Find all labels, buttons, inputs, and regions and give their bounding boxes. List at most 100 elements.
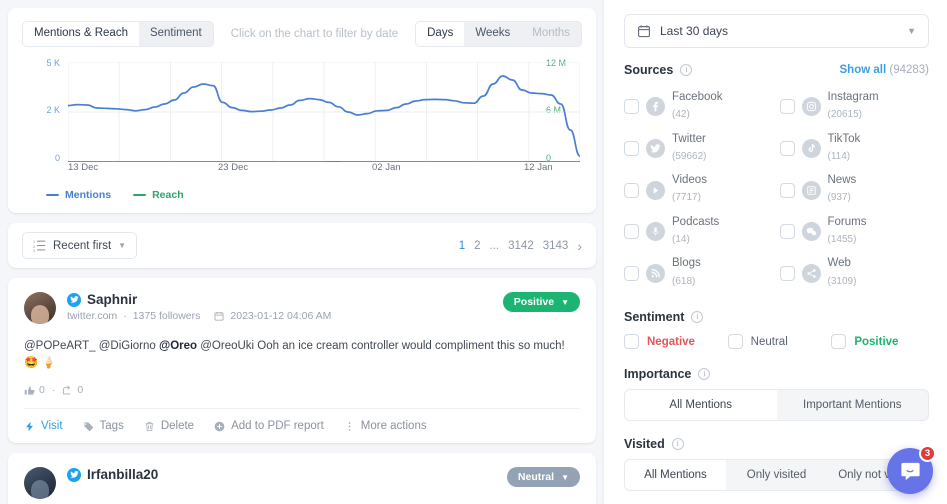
visited-toggle-group[interactable]: All Mentions Only visited Only not visit… <box>624 459 929 492</box>
sentiment-filter-positive[interactable]: Positive <box>831 334 929 350</box>
add-to-pdf-button[interactable]: Add to PDF report <box>214 420 324 432</box>
source-checkbox[interactable] <box>779 224 795 240</box>
source-checkbox[interactable] <box>624 224 639 240</box>
info-icon[interactable]: i <box>698 368 711 381</box>
chat-widget-button[interactable]: 3 <box>887 445 936 494</box>
sentiment-checkbox[interactable] <box>831 334 847 350</box>
show-all-sources-link[interactable]: Show all (94283) <box>840 64 930 76</box>
source-item-news[interactable]: News (937) <box>779 170 930 210</box>
sort-dropdown[interactable]: 1 2 3 Recent first ▼ <box>22 232 138 259</box>
status-badge-sentiment[interactable]: Positive ▼ <box>502 292 580 312</box>
range-weeks[interactable]: Weeks <box>464 22 521 46</box>
chart-metric-tabs[interactable]: Mentions & Reach Sentiment <box>22 21 214 47</box>
mention-identity: Saphnir twitter.com · 1375 followers 202… <box>67 292 503 322</box>
sentiment-badge-label: Neutral <box>517 471 555 484</box>
thumbs-up-icon <box>24 386 35 395</box>
page-1[interactable]: 1 <box>459 240 465 252</box>
mention-text: @POPeART_ @DiGiorno @Oreo @OreoUki Ooh a… <box>24 338 580 371</box>
source-item-blogs[interactable]: Blogs (618) <box>624 253 774 293</box>
source-checkbox[interactable] <box>624 265 639 281</box>
x-tick-2: 23 Dec <box>218 162 249 173</box>
source-count: (114) <box>827 150 851 162</box>
date-range-label: Last 30 days <box>660 24 729 38</box>
source-checkbox[interactable] <box>624 99 639 115</box>
delete-button[interactable]: Delete <box>144 420 194 432</box>
source-checkbox[interactable] <box>779 99 795 115</box>
range-days[interactable]: Days <box>416 22 465 46</box>
source-item-twitter[interactable]: Twitter (59662) <box>624 129 774 169</box>
source-name: News <box>827 174 857 187</box>
status-badge-sentiment[interactable]: Neutral ▼ <box>506 467 580 488</box>
sentiment-title: Sentiment <box>624 310 685 325</box>
source-count: (20615) <box>827 109 862 121</box>
source-item-web[interactable]: Web (3109) <box>779 253 930 293</box>
visit-button[interactable]: Visit <box>24 420 63 432</box>
source-item-tiktok[interactable]: TikTok (114) <box>779 129 930 169</box>
filters-sidebar: Last 30 days ▼ Sources i Show all (94283… <box>604 0 947 504</box>
share-stat: 0 <box>62 384 83 396</box>
chart-range-toggle[interactable]: Days Weeks Months <box>415 21 582 47</box>
pagination[interactable]: 1 2 ... 3142 3143 › <box>459 238 582 254</box>
sentiment-checkbox[interactable] <box>624 334 639 350</box>
tab-sentiment[interactable]: Sentiment <box>139 22 213 46</box>
tags-button[interactable]: Tags <box>83 420 124 432</box>
source-checkbox[interactable] <box>624 182 639 198</box>
visited-all-mentions[interactable]: All Mentions <box>625 460 726 491</box>
mention-author[interactable]: Saphnir <box>87 292 137 307</box>
delete-label: Delete <box>160 420 195 433</box>
page-3143[interactable]: 3143 <box>543 240 569 252</box>
plus-circle-icon <box>214 421 225 432</box>
share-icon <box>801 263 821 283</box>
chevron-down-icon: ▼ <box>907 26 916 36</box>
chart-card: Mentions & Reach Sentiment Click on the … <box>8 8 596 213</box>
visit-label: Visit <box>41 420 63 433</box>
rss-icon <box>646 263 665 283</box>
chart-header: Mentions & Reach Sentiment Click on the … <box>22 20 582 48</box>
sentiment-checkbox[interactable] <box>727 334 743 350</box>
more-actions-button[interactable]: More actions <box>344 420 427 432</box>
lightning-icon <box>26 421 33 432</box>
info-icon[interactable]: i <box>691 311 704 324</box>
source-item-podcasts[interactable]: Podcasts (14) <box>624 212 774 252</box>
source-checkbox[interactable] <box>779 182 795 198</box>
importance-all-mentions[interactable]: All Mentions <box>625 390 777 421</box>
visited-only-visited[interactable]: Only visited <box>726 460 827 490</box>
info-icon[interactable]: i <box>671 438 684 451</box>
tab-mentions-reach[interactable]: Mentions & Reach <box>23 22 139 46</box>
source-item-videos[interactable]: Videos (7717) <box>624 170 774 210</box>
y-axis-tick-left-mid: 2 K <box>46 105 60 115</box>
sources-section-header: Sources i Show all (94283) <box>624 63 929 77</box>
source-checkbox[interactable] <box>779 140 795 156</box>
mention-card: Irfanbilla20 Neutral ▼ <box>8 453 596 504</box>
sort-pagination-bar: 1 2 3 Recent first ▼ 1 2 ... 3142 3143 › <box>8 223 596 268</box>
sentiment-filter-row: Negative Neutral Positive <box>624 334 929 350</box>
app-root: Mentions & Reach Sentiment Click on the … <box>0 0 947 504</box>
sentiment-filter-neutral[interactable]: Neutral <box>727 334 826 350</box>
date-range-picker[interactable]: Last 30 days ▼ <box>624 14 929 48</box>
mention-brand-keyword: @Oreo <box>159 340 198 352</box>
share-count: 0 <box>77 384 84 397</box>
chart-plot-area[interactable]: 5 K 2 K 0 12 M 6 M 0 13 Dec 23 Dec 02 Ja… <box>22 58 582 177</box>
source-count: (42) <box>672 109 690 121</box>
source-name: Web <box>827 257 851 270</box>
source-item-forums[interactable]: Forums (1455) <box>779 212 930 252</box>
page-2[interactable]: 2 <box>474 240 480 252</box>
source-item-facebook[interactable]: Facebook (42) <box>624 87 774 127</box>
source-item-instagram[interactable]: Instagram (20615) <box>779 87 930 127</box>
importance-important-mentions[interactable]: Important Mentions <box>777 390 929 420</box>
info-icon[interactable]: i <box>680 64 693 76</box>
mention-author[interactable]: Irfanbilla20 <box>87 467 158 482</box>
chart-svg <box>68 62 580 162</box>
page-3142[interactable]: 3142 <box>508 240 534 252</box>
source-checkbox[interactable] <box>624 140 639 156</box>
source-checkbox[interactable] <box>779 265 795 281</box>
source-count: (14) <box>672 234 690 246</box>
twitter-icon <box>646 138 665 158</box>
source-count: (937) <box>827 192 851 204</box>
show-all-label: Show all <box>839 64 887 76</box>
chevron-right-icon[interactable]: › <box>577 238 582 254</box>
sentiment-filter-negative[interactable]: Negative <box>624 334 722 350</box>
importance-toggle-group[interactable]: All Mentions Important Mentions <box>624 389 929 422</box>
svg-text:3: 3 <box>33 249 35 252</box>
range-months[interactable]: Months <box>521 22 581 46</box>
